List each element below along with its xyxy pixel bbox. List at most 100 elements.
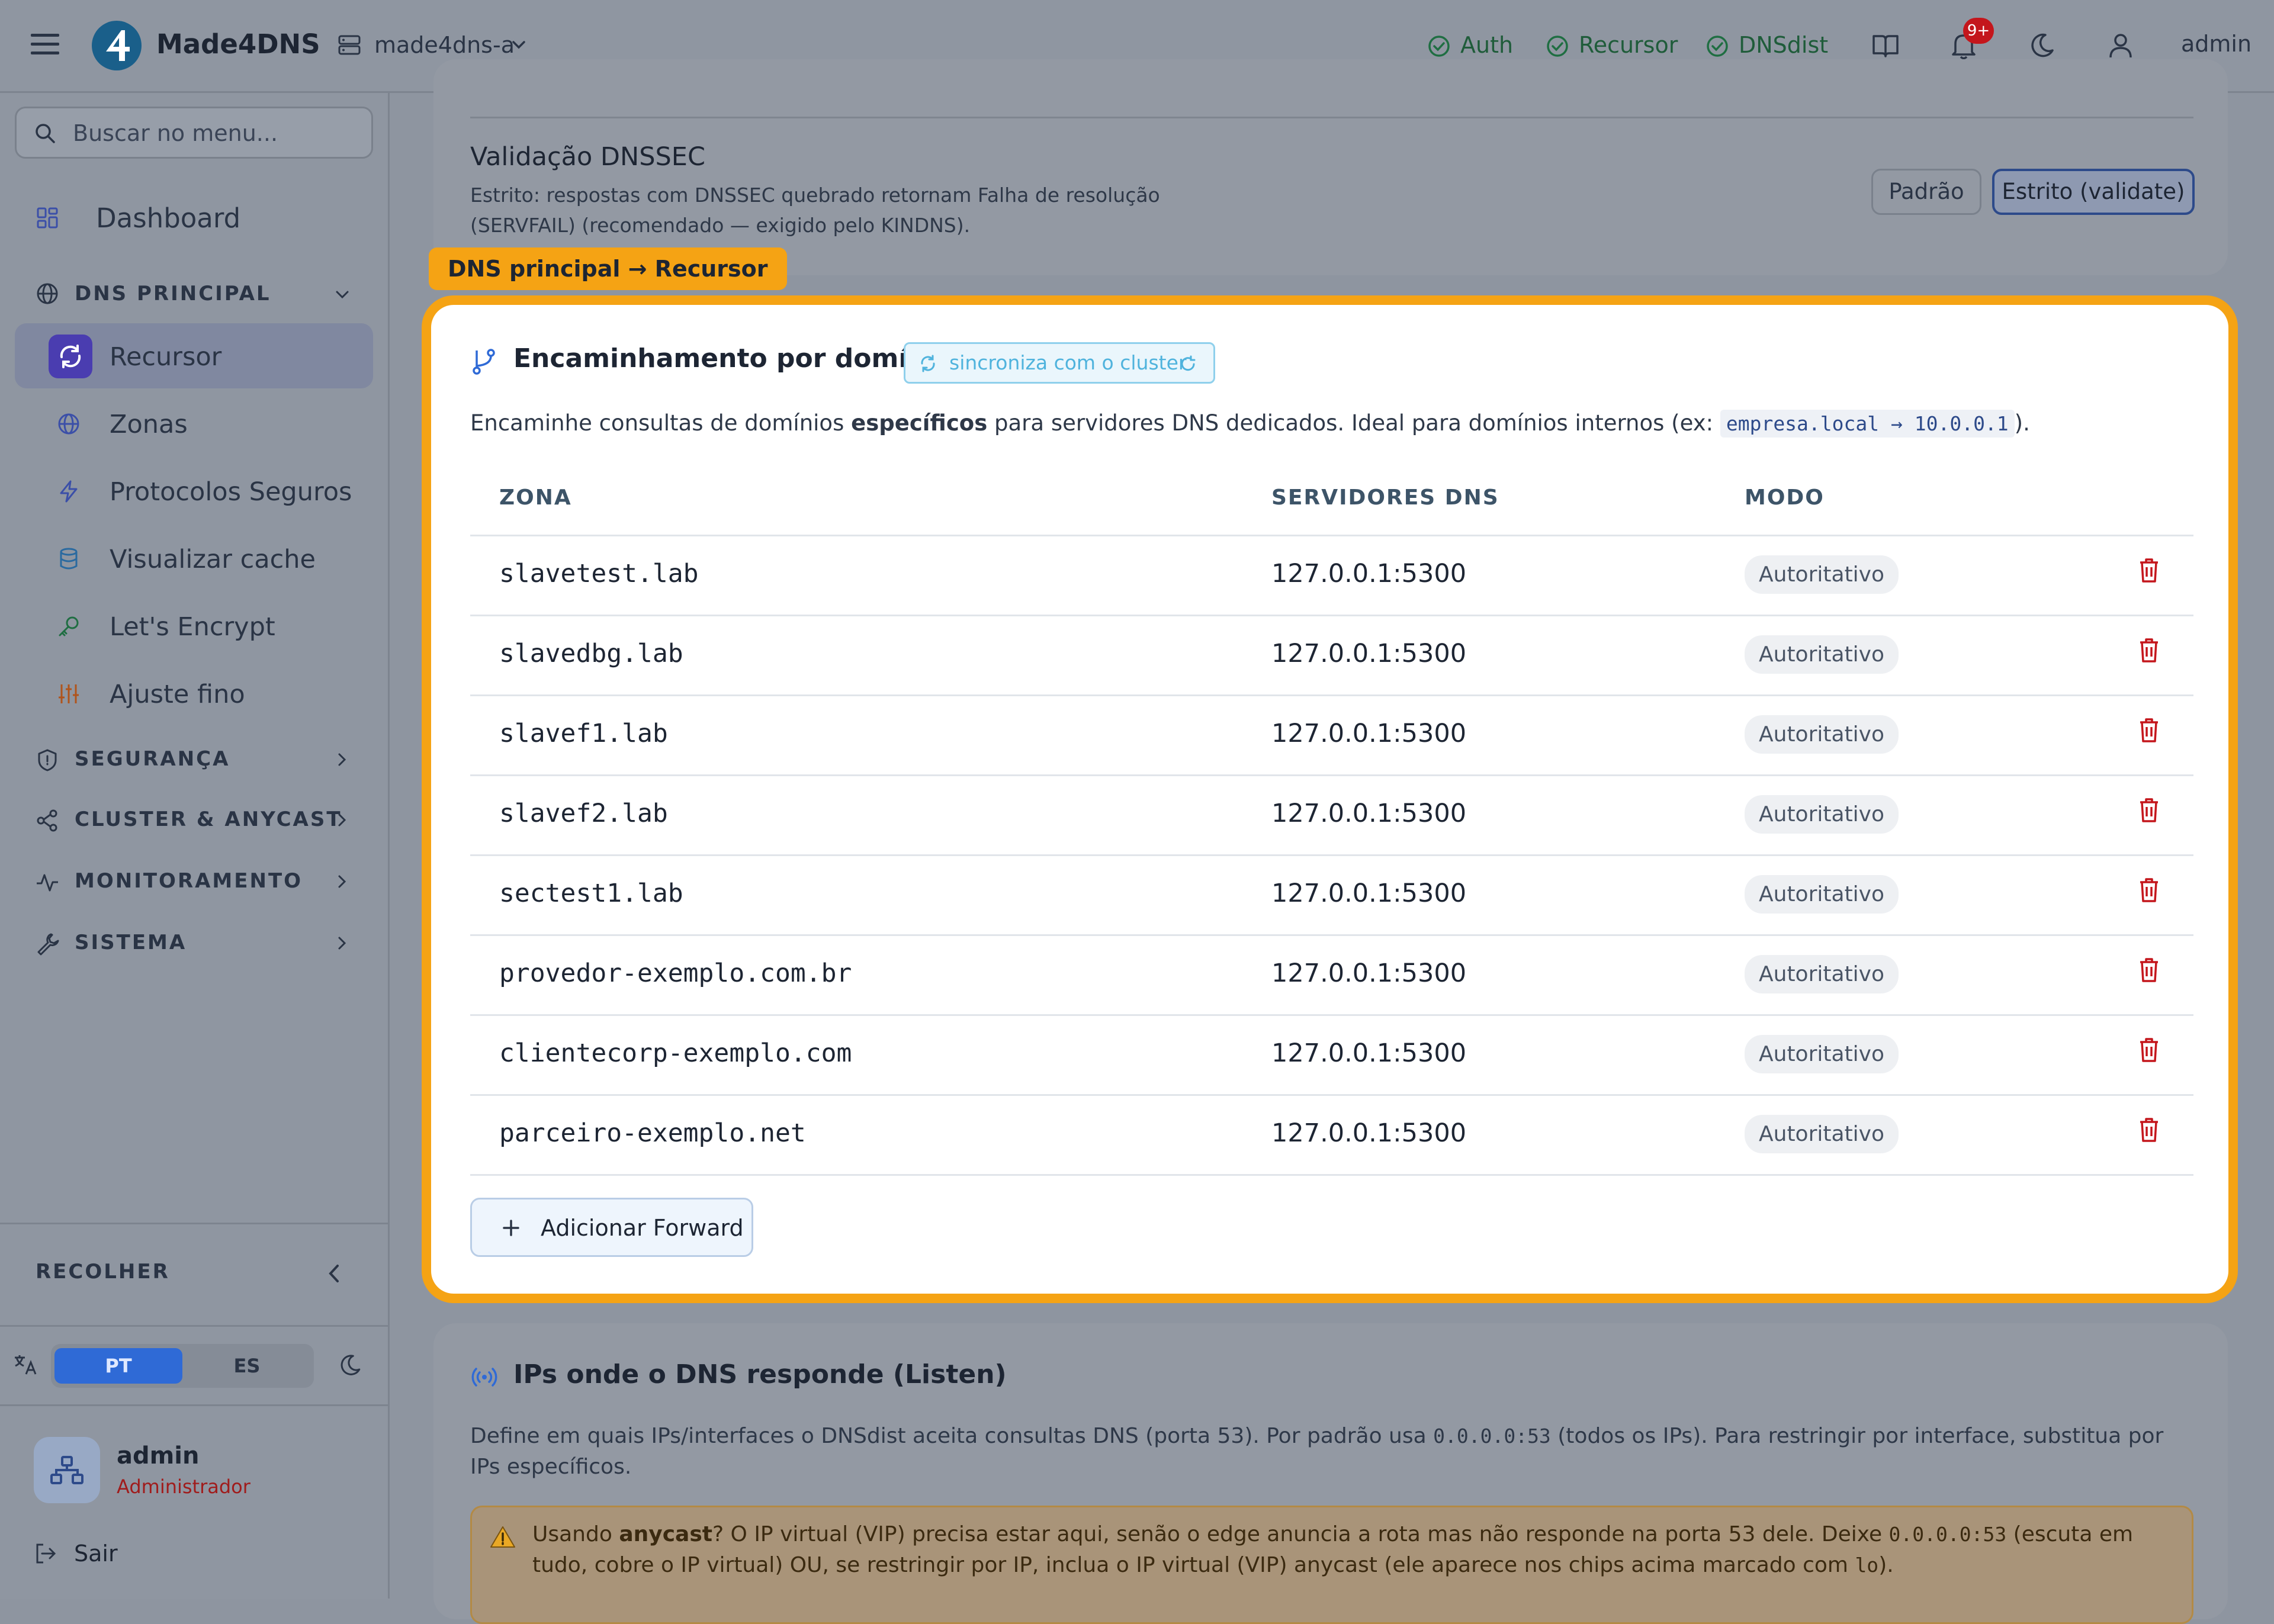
table-row: slavef1.lab 127.0.0.1:5300 Autoritativo — [470, 696, 2193, 774]
collapse-label: RECOLHER — [36, 1260, 170, 1284]
warn-text: ? O IP virtual (VIP) precisa estar aqui,… — [712, 1522, 1889, 1546]
row-divider — [470, 1174, 2193, 1176]
sidebar-item-label: Protocolos Seguros — [110, 477, 352, 507]
forwarding-description: Encaminhe consultas de domínios específi… — [470, 410, 2030, 438]
desc-text: Define em quais IPs/interfaces o DNSdist… — [470, 1424, 1434, 1448]
trash-icon[interactable] — [2137, 796, 2161, 824]
menu-icon[interactable] — [31, 33, 59, 56]
section-dns-principal[interactable]: DNS PRINCIPAL — [36, 278, 355, 311]
lang-es-button[interactable]: ES — [184, 1348, 310, 1384]
mode-badge: Autoritativo — [1745, 715, 1899, 754]
desc-code: empresa.local → 10.0.0.1 — [1720, 410, 2015, 438]
server-selector[interactable]: made4dns-a — [338, 30, 533, 63]
zone-cell: sectest1.lab — [499, 879, 683, 908]
lang-pt-button[interactable]: PT — [54, 1348, 182, 1384]
chevron-right-icon — [336, 874, 348, 889]
logout-icon — [34, 1542, 57, 1565]
column-header-servers: SERVIDORES DNS — [1271, 485, 1499, 510]
server-selector-label: made4dns-a — [374, 32, 515, 58]
section-cluster[interactable]: CLUSTER & ANYCAST — [36, 804, 355, 837]
logo-icon — [91, 20, 143, 72]
status-dnsdist-label: DNSdist — [1739, 32, 1829, 58]
avatar — [34, 1437, 100, 1503]
dnssec-default-button[interactable]: Padrão — [1871, 169, 1981, 215]
section-monitoramento[interactable]: MONITORAMENTO — [36, 866, 355, 899]
globe-icon — [36, 282, 59, 305]
activity-icon — [36, 870, 59, 894]
highlight-tag: DNS principal → Recursor — [429, 247, 787, 290]
sidebar-item-cache[interactable]: Visualizar cache — [53, 542, 361, 575]
table-row: slavedbg.lab 127.0.0.1:5300 Autoritativo — [470, 616, 2193, 694]
sidebar-item-ajuste[interactable]: Ajuste fino — [53, 677, 361, 710]
chevron-right-icon — [336, 812, 348, 828]
chevron-left-icon — [327, 1263, 341, 1284]
sidebar-item-dashboard[interactable]: Dashboard — [36, 200, 367, 236]
trash-icon[interactable] — [2137, 1036, 2161, 1063]
servers-cell: 127.0.0.1:5300 — [1271, 559, 1467, 589]
book-icon[interactable] — [1871, 31, 1900, 60]
anycast-warning: Usando anycast? O IP virtual (VIP) preci… — [470, 1506, 2193, 1624]
chevron-right-icon — [336, 935, 348, 951]
refresh-cw-icon — [1179, 355, 1197, 373]
check-circle-icon — [1706, 34, 1729, 58]
trash-icon[interactable] — [2137, 876, 2161, 903]
column-header-zone: ZONA — [499, 485, 572, 510]
section-label: CLUSTER & ANYCAST — [75, 808, 342, 831]
column-header-mode: MODO — [1745, 485, 1825, 510]
logout-label: Sair — [74, 1541, 118, 1567]
moon-icon[interactable] — [2028, 31, 2056, 60]
check-circle-icon — [1546, 34, 1569, 58]
servers-cell: 127.0.0.1:5300 — [1271, 959, 1467, 988]
warning-text: Usando anycast? O IP virtual (VIP) preci… — [532, 1519, 2179, 1581]
moon-icon[interactable] — [338, 1353, 362, 1378]
trash-icon[interactable] — [2137, 956, 2161, 983]
user-label[interactable]: admin — [2181, 31, 2251, 57]
zone-cell: slavef2.lab — [499, 799, 668, 828]
collapse-button[interactable]: RECOLHER — [36, 1255, 355, 1291]
status-recursor-label: Recursor — [1579, 32, 1678, 58]
section-label: DNS PRINCIPAL — [75, 282, 271, 305]
sliders-icon — [57, 682, 81, 706]
table-row: slavetest.lab 127.0.0.1:5300 Autoritativ… — [470, 536, 2193, 615]
desc-bold: específicos — [851, 410, 988, 436]
chevron-down-icon — [511, 39, 526, 51]
sidebar-item-label: Zonas — [110, 410, 188, 439]
share-icon — [36, 809, 59, 832]
section-sistema[interactable]: SISTEMA — [36, 927, 355, 960]
table-row: clientecorp-exemplo.com 127.0.0.1:5300 A… — [470, 1016, 2193, 1094]
trash-icon[interactable] — [2137, 557, 2161, 584]
section-label: SEGURANÇA — [75, 747, 230, 771]
sidebar-item-letsencrypt[interactable]: Let's Encrypt — [53, 610, 361, 643]
zone-cell: slavef1.lab — [499, 719, 668, 748]
mode-badge: Autoritativo — [1745, 875, 1899, 914]
plus-icon — [502, 1218, 521, 1237]
search-box[interactable]: Buscar no menu... — [15, 107, 373, 159]
table-row: sectest1.lab 127.0.0.1:5300 Autoritativo — [470, 856, 2193, 934]
user-icon[interactable] — [2107, 31, 2134, 60]
trash-icon[interactable] — [2137, 716, 2161, 744]
dnssec-strict-button[interactable]: Estrito (validate) — [1992, 169, 2195, 215]
add-forward-label: Adicionar Forward — [541, 1215, 744, 1241]
zone-cell: slavedbg.lab — [499, 639, 683, 668]
git-branch-icon — [471, 348, 498, 375]
check-circle-icon — [1427, 34, 1451, 58]
trash-icon[interactable] — [2137, 1116, 2161, 1143]
divider — [0, 1223, 388, 1224]
trash-icon[interactable] — [2137, 636, 2161, 664]
sidebar-item-label: Recursor — [110, 342, 222, 372]
search-input[interactable]: Buscar no menu... — [73, 120, 278, 146]
translate-icon — [13, 1353, 39, 1377]
dnssec-description: Estrito: respostas com DNSSEC quebrado r… — [470, 184, 1160, 237]
zone-cell: parceiro-exemplo.net — [499, 1118, 806, 1148]
mode-badge: Autoritativo — [1745, 955, 1899, 993]
sidebar-item-zonas[interactable]: Zonas — [53, 407, 361, 440]
section-seguranca[interactable]: SEGURANÇA — [36, 744, 355, 777]
servers-cell: 127.0.0.1:5300 — [1271, 1038, 1467, 1068]
sidebar-item-label: Dashboard — [96, 202, 241, 234]
sidebar-item-protocolos[interactable]: Protocolos Seguros — [53, 475, 361, 508]
add-forward-button[interactable]: Adicionar Forward — [470, 1198, 753, 1257]
logout-button[interactable]: Sair — [34, 1537, 211, 1570]
broadcast-icon — [471, 1363, 498, 1391]
sync-label: sincroniza com o cluster — [949, 351, 1187, 374]
desc-text: ). — [2014, 410, 2030, 436]
